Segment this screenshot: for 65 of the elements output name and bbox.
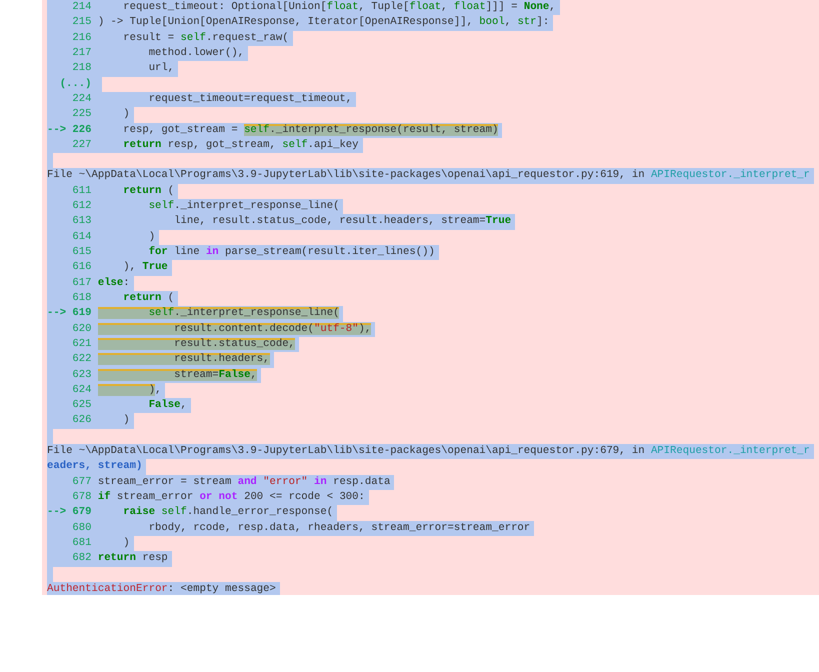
code-line: if stream_error or not 200 <= rcode < 300: (98, 491, 365, 503)
code-line: url, (148, 62, 174, 74)
code-line: self._interpret_response_line( (148, 200, 340, 212)
code-line: resp, got_stream = self._interpret_response(result, stream) (122, 124, 498, 136)
line-number: 620 (71, 322, 92, 337)
code-line: rbody, rcode, resp.data, rheaders, stream_error=stream_error (148, 522, 530, 534)
line-number: 616 (71, 260, 92, 276)
line-number: 623 (71, 368, 92, 382)
line-number: 624 (71, 382, 92, 398)
code-line: stream=False, (98, 368, 257, 380)
line-number: 218 (71, 61, 92, 76)
line-number: 227 (71, 138, 92, 153)
code-line: for line in parse_stream(result.iter_lines()) (148, 246, 435, 258)
traceback-text: eaders, stream) (47, 460, 142, 472)
line-number: 224 (71, 92, 92, 107)
code-line: else: (98, 276, 130, 289)
line-number: 216 (71, 30, 92, 46)
line-number: 626 (71, 413, 92, 428)
line-number: 617 (71, 276, 92, 291)
code-line: ) (122, 414, 130, 426)
code-line: line, result.status_code, result.headers, stream=True (173, 215, 512, 228)
line-number: 225 (71, 107, 92, 122)
line-number: 611 (71, 184, 92, 199)
code-line: result = self.request_raw( (122, 32, 289, 44)
line-number: 215 (71, 15, 92, 30)
file-location: File ~\AppData\Local\Programs\3.9-JupyterLab\lib\site-packages\openai\api_requestor.py:679, in APIRequestor._interpret_r (47, 445, 810, 458)
code-line: ) -> Tuple[Union[OpenAIResponse, Iterator[OpenAIResponse]], bool, str]: (98, 16, 550, 28)
line-number: 613 (71, 214, 92, 230)
line-number: --> 619 (47, 306, 93, 322)
code-line: return resp, got_stream, self.api_key (122, 138, 359, 151)
code-line: request_timeout: Optional[Union[float, Tuple[float, float]]] = None, (122, 1, 556, 13)
line-number: 677 (71, 474, 92, 490)
code-line: request_timeout=request_timeout, (148, 92, 352, 105)
traceback-text: AuthenticationError: <empty message> (47, 582, 276, 595)
code-line: ) (148, 230, 156, 243)
line-number: 618 (71, 290, 92, 306)
code-line: ), True (122, 261, 168, 274)
line-number: 621 (71, 336, 92, 352)
code-line: ) (122, 108, 130, 120)
code-line: result.content.decode("utf-8"), (98, 322, 372, 335)
code-line: stream_error = stream and "error" in resp.data (98, 476, 390, 488)
file-location: File ~\AppData\Local\Programs\3.9-JupyterLab\lib\site-packages\openai\api_requestor.py:619, in APIRequestor._interpret_r (47, 169, 810, 182)
code-line: return ( (122, 292, 174, 304)
line-number: (...) (58, 76, 92, 92)
line-number: 622 (71, 352, 92, 368)
line-number: 217 (71, 46, 92, 61)
line-number: 625 (71, 398, 92, 414)
code-line: self._interpret_response_line( (98, 307, 340, 320)
line-number: 614 (71, 230, 92, 245)
line-number: 681 (71, 536, 92, 551)
line-number: --> 679 (47, 505, 93, 520)
code-line: method.lower(), (148, 46, 244, 59)
line-number: --> 226 (47, 122, 93, 138)
code-line: return ( (122, 184, 174, 197)
code-line: ), (98, 384, 162, 396)
code-line: raise self.handle_error_response( (122, 506, 334, 518)
code-line: ) (122, 536, 130, 549)
line-number: 680 (71, 520, 92, 536)
line-number: 612 (71, 199, 92, 214)
line-number: 214 (71, 0, 92, 15)
code-line: return resp (98, 552, 168, 564)
line-number: 615 (71, 245, 92, 260)
line-number: 682 (71, 551, 92, 566)
code-line: False, (148, 399, 187, 412)
line-number: 678 (71, 490, 92, 505)
